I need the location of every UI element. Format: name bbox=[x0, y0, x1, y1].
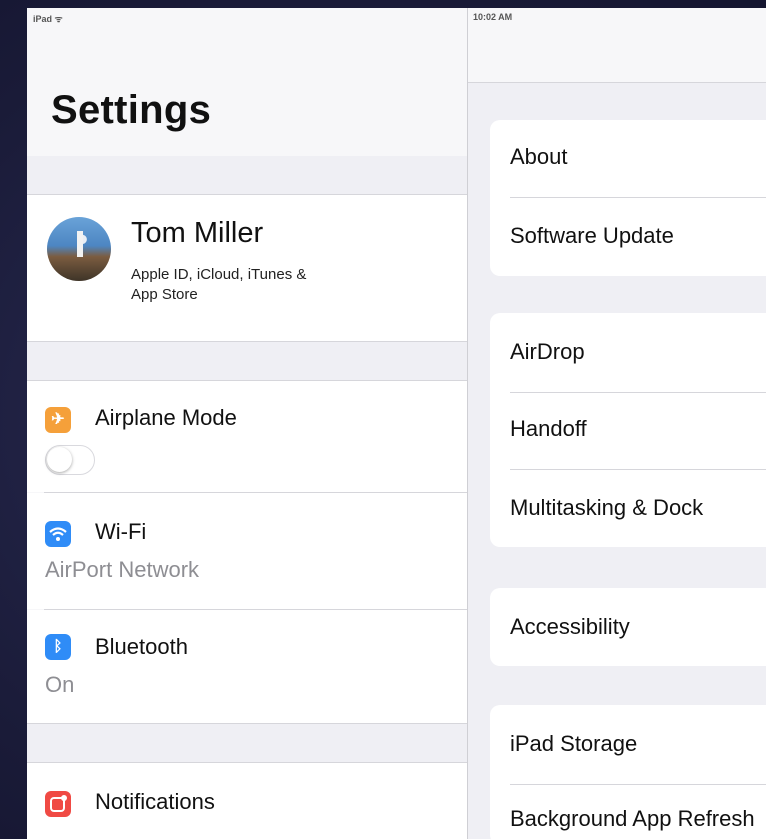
detail-row-software-update[interactable]: Software Update bbox=[510, 223, 674, 249]
wifi-network-value: AirPort Network bbox=[45, 557, 200, 582]
airplane-mode-toggle[interactable] bbox=[45, 445, 95, 475]
profile-subtitle-line2: App Store bbox=[131, 286, 198, 303]
page-title: Settings bbox=[51, 88, 212, 132]
sidebar-item-label: Wi-Fi bbox=[95, 519, 147, 544]
airplane-icon: ✈ bbox=[45, 407, 71, 433]
divider bbox=[510, 784, 766, 785]
detail-row-accessibility[interactable]: Accessibility bbox=[510, 614, 630, 640]
notifications-icon bbox=[45, 791, 71, 817]
carrier-label: iPad ᯤ bbox=[33, 14, 63, 24]
detail-group-accessibility: Accessibility bbox=[490, 588, 766, 666]
detail-row-multitasking[interactable]: Multitasking & Dock bbox=[510, 495, 703, 521]
status-time: 10:02 AM bbox=[473, 12, 513, 22]
detail-nav-bar: 10:02 AM bbox=[468, 8, 766, 83]
bluetooth-status-value: On bbox=[45, 672, 75, 697]
detail-group-sharing: AirDrop Handoff Multitasking & Dock bbox=[490, 313, 766, 547]
settings-sidebar: iPad ᯤ Settings Tom Miller Apple ID, iCl… bbox=[27, 8, 468, 839]
divider bbox=[510, 392, 766, 393]
detail-row-background-app-refresh[interactable]: Background App Refresh bbox=[510, 806, 755, 832]
divider bbox=[510, 469, 766, 470]
detail-group-storage: iPad Storage Background App Refresh bbox=[490, 705, 766, 839]
ipad-screen: iPad ᯤ Settings Tom Miller Apple ID, iCl… bbox=[27, 8, 766, 839]
sidebar-item-label: Notifications bbox=[95, 789, 215, 814]
wifi-icon bbox=[45, 521, 71, 547]
bluetooth-icon: ᛒ bbox=[45, 634, 71, 660]
profile-name: Tom Miller bbox=[131, 217, 264, 249]
section-gap bbox=[27, 724, 467, 762]
avatar bbox=[47, 217, 111, 281]
detail-row-about[interactable]: About bbox=[510, 144, 568, 170]
sidebar-item-bluetooth[interactable]: ᛒ Bluetooth On bbox=[27, 610, 467, 723]
detail-row-ipad-storage[interactable]: iPad Storage bbox=[510, 731, 637, 757]
sidebar-item-notifications[interactable]: Notifications bbox=[27, 763, 467, 839]
sidebar-item-wifi[interactable]: Wi-Fi AirPort Network bbox=[27, 493, 467, 609]
sidebar-item-label: Bluetooth bbox=[95, 634, 188, 659]
profile-subtitle: Apple ID, iCloud, iTunes & App Store bbox=[131, 265, 306, 305]
profile-cell[interactable]: Tom Miller Apple ID, iCloud, iTunes & Ap… bbox=[27, 195, 467, 341]
sidebar-item-airplane-mode[interactable]: ✈ Airplane Mode bbox=[27, 381, 467, 492]
sidebar-item-label: Airplane Mode bbox=[95, 405, 237, 430]
divider bbox=[510, 197, 766, 198]
section-gap bbox=[27, 156, 467, 194]
profile-subtitle-line1: Apple ID, iCloud, iTunes & bbox=[131, 266, 307, 283]
section-gap bbox=[27, 342, 467, 380]
detail-row-handoff[interactable]: Handoff bbox=[510, 416, 587, 442]
detail-row-airdrop[interactable]: AirDrop bbox=[510, 339, 585, 365]
detail-group-general: About Software Update bbox=[490, 120, 766, 276]
